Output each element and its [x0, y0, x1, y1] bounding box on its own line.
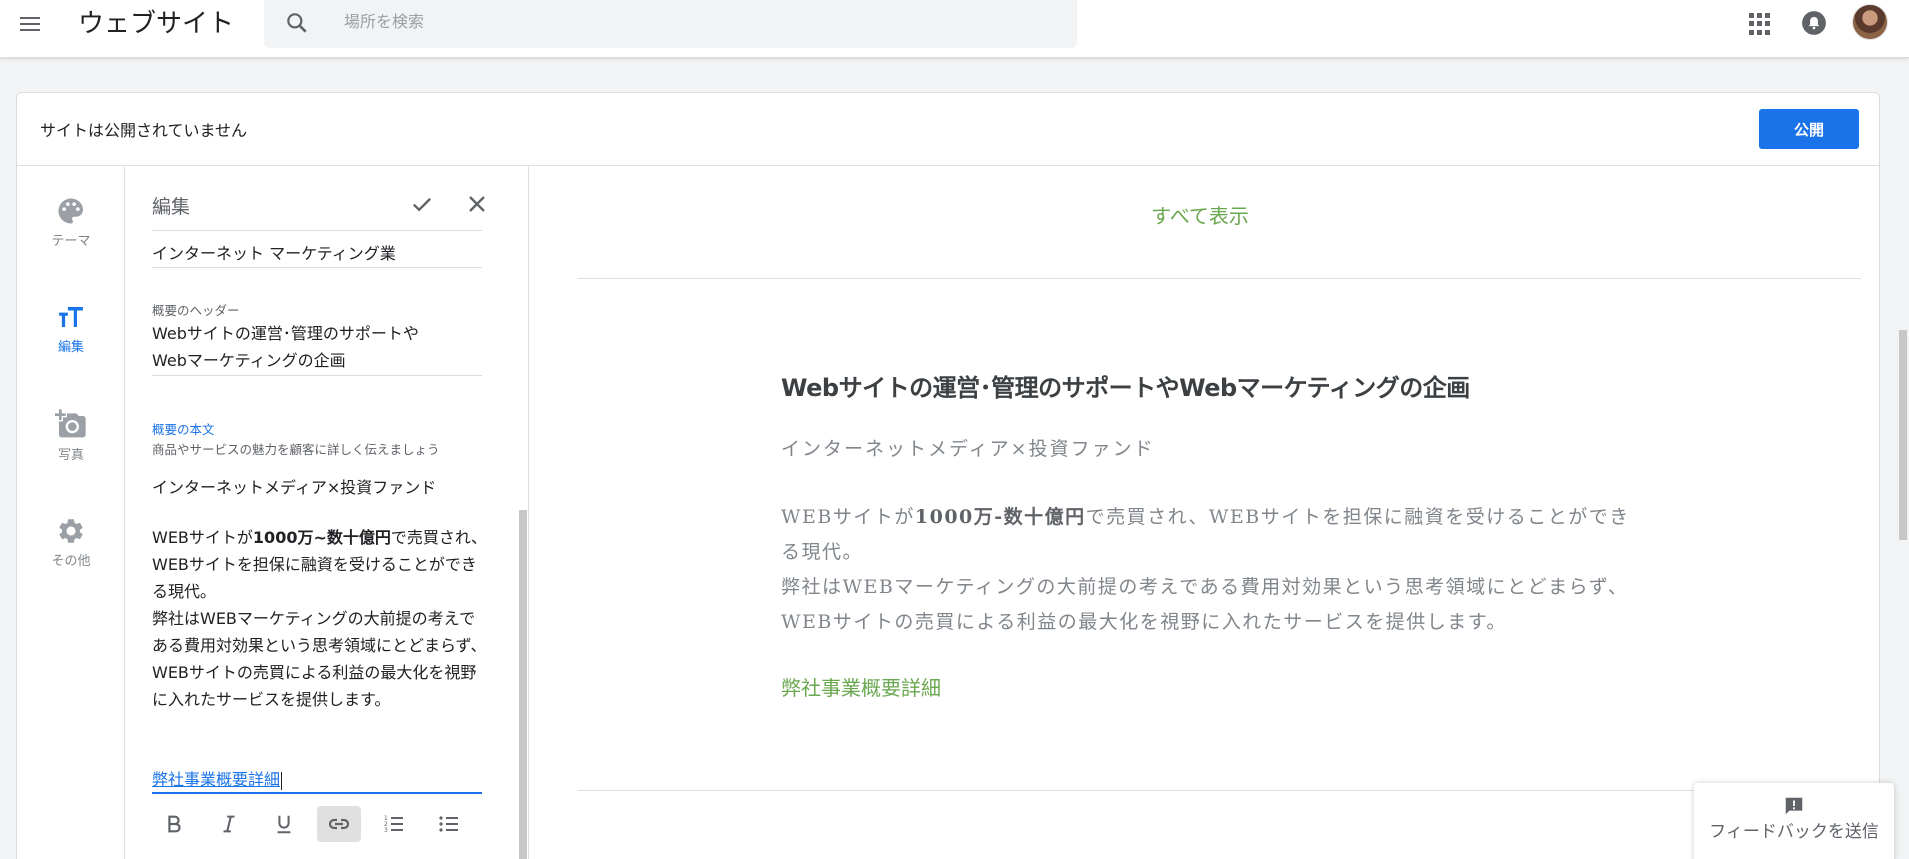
app-title: ウェブサイト — [78, 9, 235, 39]
header-line: Webマーケティングの企画 — [152, 351, 346, 370]
header-input[interactable]: Webサイトの運営･管理のサポートや Webマーケティングの企画 — [152, 320, 482, 374]
top-app-bar: ウェブサイト — [0, 0, 1909, 58]
preview-subtitle[interactable]: インターネットメディア×投資ファンド — [781, 434, 1155, 461]
underline-icon — [277, 815, 291, 834]
body-paragraph: WEBサイトが1000万~数十億円で売買され、WEBサイトを担保に融資を受けるこ… — [152, 524, 488, 605]
bold-icon — [168, 815, 181, 833]
feedback-icon — [1785, 797, 1803, 815]
italic-icon — [223, 815, 235, 833]
preview-paragraph: WEBサイトが1000万-数十億円で売買され、WEBサイトを担保に融資を受けるこ… — [781, 500, 1641, 570]
text-format-icon — [59, 307, 83, 327]
preview-body[interactable]: WEBサイトが1000万-数十億円で売買され、WEBサイトを担保に融資を受けるこ… — [781, 500, 1641, 640]
business-category-field[interactable]: インターネット マーケティング業 — [152, 240, 396, 264]
body-textarea[interactable]: WEBサイトが1000万~数十億円で売買され、WEBサイトを担保に融資を受けるこ… — [152, 524, 488, 713]
rail-label: その他 — [51, 554, 91, 569]
rail-item-theme[interactable]: テーマ — [17, 196, 125, 276]
preview-bold-text: 1000万-数十億円 — [914, 506, 1086, 528]
preview-detail-link[interactable]: 弊社事業概要詳細 — [781, 672, 941, 701]
preview-paragraph: 弊社はWEBマーケティングの大前提の考えである費用対効果という思考領域にとどまら… — [781, 576, 1629, 633]
edit-panel: 編集 インターネット マーケティング業 概要のヘッダー Webサイトの運営･管理… — [125, 166, 529, 859]
body-text-run: WEBサイトが — [152, 528, 253, 547]
feedback-label: フィードバックを送信 — [1709, 822, 1879, 842]
menu-icon[interactable] — [14, 8, 46, 40]
rail-item-edit[interactable]: 編集 — [17, 302, 125, 382]
feedback-button[interactable]: フィードバックを送信 — [1694, 783, 1894, 859]
notifications-icon[interactable] — [1801, 10, 1827, 36]
rail-label: 写真 — [57, 448, 84, 463]
preview-text-run: WEBサイトが — [781, 506, 915, 528]
divider — [578, 278, 1861, 279]
active-field-underline — [152, 792, 482, 794]
avatar[interactable] — [1852, 4, 1888, 40]
publish-button[interactable]: 公開 — [1759, 109, 1859, 149]
rail-label: 編集 — [57, 340, 84, 355]
numbered-list-icon: 123 — [384, 815, 403, 834]
side-rail: テーマ 編集 写真 その他 — [17, 166, 125, 859]
site-preview: すべて表示 Webサイトの運営･管理のサポートやWebマーケティングの企画 イン… — [530, 166, 1870, 859]
preview-heading[interactable]: Webサイトの運営･管理のサポートやWebマーケティングの企画 — [781, 368, 1470, 403]
page-scrollbar[interactable] — [1899, 330, 1907, 540]
link-text-field[interactable]: 弊社事業概要詳細 — [152, 766, 283, 790]
link-icon — [328, 818, 350, 830]
body-bold-text: 1000万~数十億円 — [252, 528, 391, 547]
body-paragraph: 弊社はWEBマーケティングの大前提の考えである費用対効果という思考領域にとどまら… — [152, 609, 487, 709]
bulleted-list-icon — [439, 816, 458, 832]
gear-icon — [59, 519, 83, 543]
add-photo-icon — [55, 409, 86, 438]
search-box[interactable] — [264, 0, 1077, 48]
underline-button[interactable] — [262, 806, 306, 842]
divider — [152, 375, 482, 376]
link-button[interactable] — [317, 806, 361, 842]
rail-label: テーマ — [51, 234, 91, 249]
search-input[interactable] — [344, 6, 1044, 36]
bulleted-list-button[interactable] — [427, 806, 471, 842]
italic-button[interactable] — [207, 806, 251, 842]
bold-button[interactable] — [152, 806, 196, 842]
rail-item-other[interactable]: その他 — [17, 516, 125, 596]
format-toolbar: 123 — [152, 802, 482, 846]
body-subtitle[interactable]: インターネットメディア×投資ファンド — [152, 474, 482, 501]
link-text: 弊社事業概要詳細 — [152, 770, 281, 789]
divider — [152, 267, 482, 268]
numbered-list-button[interactable]: 123 — [372, 806, 416, 842]
divider — [152, 230, 482, 231]
search-icon — [287, 13, 307, 33]
palette-icon — [58, 198, 83, 224]
site-panel: サイトは公開されていません 公開 テーマ 編集 写真 その他 編集 インターネッ… — [16, 92, 1880, 859]
apps-grid-icon[interactable] — [1749, 13, 1771, 35]
editor-title: 編集 — [152, 196, 191, 218]
header-line: Webサイトの運営･管理のサポートや — [152, 324, 419, 343]
header-field-label: 概要のヘッダー — [152, 303, 240, 318]
body-field-label: 概要の本文 — [152, 422, 215, 437]
check-icon[interactable] — [408, 190, 436, 218]
site-status-text: サイトは公開されていません — [40, 121, 248, 140]
see-all-link[interactable]: すべて表示 — [530, 200, 1870, 229]
close-icon[interactable] — [463, 190, 491, 218]
text-caret — [281, 771, 283, 790]
divider — [578, 790, 1861, 791]
body-field-hint: 商品やサービスの魅力を顧客に詳しく伝えましょう — [152, 442, 440, 457]
svg-text:3: 3 — [384, 827, 388, 834]
rail-item-photos[interactable]: 写真 — [17, 408, 125, 488]
editor-scrollbar[interactable] — [519, 510, 527, 859]
